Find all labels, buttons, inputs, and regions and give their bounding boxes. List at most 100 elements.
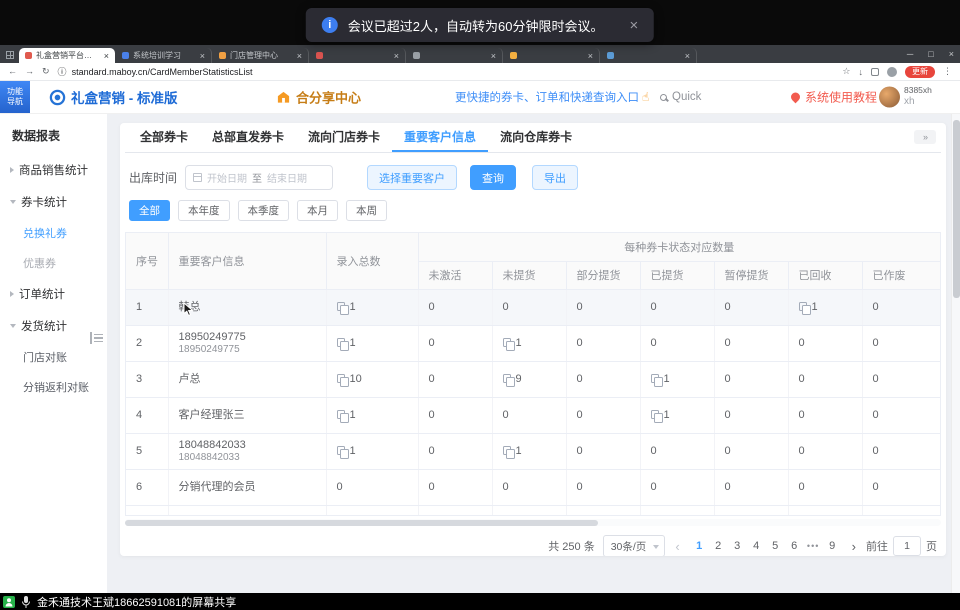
table-row[interactable]: 1韩总10000010 [126, 289, 940, 325]
browser-update-button[interactable]: 更新 [905, 66, 935, 78]
sidebar-item[interactable]: 门店对账 [0, 342, 107, 372]
location-pin-icon [789, 91, 802, 104]
prev-page-icon[interactable]: ‹ [673, 539, 681, 554]
goto-page-input[interactable] [893, 536, 921, 556]
url-field[interactable]: ⓘ standard.maboy.cn/CardMemberStatistics… [58, 65, 835, 78]
minimize-icon[interactable]: ─ [907, 49, 913, 59]
quick-filter-button[interactable]: 本季度 [238, 200, 290, 221]
cell-status: 0 [714, 289, 788, 325]
content-tabs: 全部券卡总部直发券卡流向门店券卡重要客户信息流向仓库券卡 [125, 123, 941, 153]
select-customer-button[interactable]: 选择重要客户 [367, 165, 457, 190]
tab-close-icon[interactable]: × [200, 51, 205, 61]
tab-favicon-icon [219, 52, 226, 59]
tutorial-link[interactable]: 系统使用教程 [791, 89, 877, 106]
sidebar-item[interactable]: 分销返利对账 [0, 372, 107, 402]
cell-customer: 韩总 [168, 289, 326, 325]
horizontal-scrollbar[interactable] [125, 519, 941, 526]
browser-tab[interactable]: × [407, 48, 503, 63]
horizontal-scroll-thumb[interactable] [125, 520, 598, 526]
table-row[interactable]: 2189502497751895024977510100000 [126, 325, 940, 361]
quick-entry-promo[interactable]: 更快捷的券卡、订单和快递查询入口 [455, 89, 639, 105]
download-icon[interactable]: ↓ [859, 67, 864, 77]
bookmark-star-icon[interactable]: ☆ [842, 66, 850, 77]
sidebar: 数据报表 商品销售统计券卡统计兑换礼券优惠券订单统计发货统计门店对账分销返利对账 [0, 114, 107, 593]
card-count-icon [337, 302, 345, 311]
search-button[interactable]: 查询 [470, 165, 516, 190]
tab-item[interactable]: 全部券卡 [128, 123, 200, 152]
next-page-icon[interactable]: › [850, 539, 858, 554]
cell-status: 0 [714, 433, 788, 469]
tab-close-icon[interactable]: × [394, 51, 399, 61]
quick-filter-button[interactable]: 本年度 [178, 200, 230, 221]
page-button[interactable]: 4 [747, 540, 766, 552]
browser-tab[interactable]: × [310, 48, 406, 63]
tab-close-icon[interactable]: × [297, 51, 302, 61]
vertical-scroll-thumb[interactable] [953, 120, 960, 298]
filter-row: 出库时间 开始日期 至 结束日期 选择重要客户 查询 导出 [125, 165, 941, 190]
cell-status: 1 [640, 361, 714, 397]
function-nav-toggle[interactable]: 功能 导航 [0, 81, 30, 113]
browser-profile-avatar[interactable] [887, 67, 897, 77]
page-button[interactable]: 3 [728, 540, 747, 552]
maximize-icon[interactable]: □ [928, 49, 933, 59]
vertical-scrollbar[interactable] [951, 114, 960, 593]
quick-search[interactable]: Quick [660, 91, 701, 103]
cell-status: 18 [492, 505, 566, 516]
panel-collapse-button[interactable]: » [914, 130, 936, 144]
cell-status: 0 [862, 433, 940, 469]
export-button[interactable]: 导出 [532, 165, 578, 190]
cell-status: 0 [862, 505, 940, 516]
page-size-select[interactable]: 30条/页 [603, 535, 666, 556]
browser-tab[interactable]: 礼盒营销平台管理中心× [19, 48, 115, 63]
tab-item[interactable]: 重要客户信息 [392, 123, 488, 152]
caret-icon [10, 324, 16, 328]
close-icon[interactable]: × [949, 49, 954, 59]
sidebar-item[interactable]: 兑换礼券 [0, 218, 107, 248]
tab-close-icon[interactable]: × [685, 51, 690, 61]
date-range-picker[interactable]: 开始日期 至 结束日期 [185, 165, 333, 190]
user-avatar[interactable] [879, 87, 900, 108]
forward-icon[interactable]: → [25, 66, 34, 77]
browser-tab[interactable]: × [504, 48, 600, 63]
table-row[interactable]: 5180488420331804884203310100000 [126, 433, 940, 469]
table-row[interactable]: 6分销代理的会员00000000 [126, 469, 940, 505]
quick-filter-button[interactable]: 本周 [346, 200, 387, 221]
browser-tab[interactable]: 门店管理中心× [213, 48, 309, 63]
main-content: 全部券卡总部直发券卡流向门店券卡重要客户信息流向仓库券卡 » 出库时间 开始日期… [107, 114, 960, 593]
back-icon[interactable]: ← [8, 66, 17, 77]
browser-tab[interactable]: 系统培训学习× [116, 48, 212, 63]
nav-toggle-line1: 功能 [7, 87, 23, 97]
tab-item[interactable]: 总部直发券卡 [200, 123, 296, 152]
page-button[interactable]: 2 [709, 540, 728, 552]
tab-item[interactable]: 流向仓库券卡 [488, 123, 584, 152]
share-center-link[interactable]: 合分享中心 [276, 88, 361, 107]
table-row[interactable]: 4客户经理张三10001000 [126, 397, 940, 433]
sidebar-collapse-handle[interactable] [90, 330, 103, 346]
sidebar-item[interactable]: 商品销售统计 [0, 154, 107, 186]
sidebar-item[interactable]: 券卡统计 [0, 186, 107, 218]
page-button[interactable]: 5 [766, 540, 785, 552]
page-button[interactable]: 6 [785, 540, 804, 552]
quick-filter-button[interactable]: 全部 [129, 200, 170, 221]
customer-table: 序号 重要客户信息 录入总数 每种券卡状态对应数量 未激活 未提货 部分提货 已 [126, 233, 940, 516]
site-info-icon[interactable]: ⓘ [58, 65, 67, 78]
table-row[interactable]: 3卢总100901000 [126, 361, 940, 397]
mic-icon [21, 595, 31, 609]
tab-close-icon[interactable]: × [491, 51, 496, 61]
refresh-icon[interactable]: ↻ [42, 66, 50, 77]
quick-filter-button[interactable]: 本月 [297, 200, 338, 221]
page-button[interactable]: 9 [823, 540, 842, 552]
sidebar-item[interactable]: 优惠券 [0, 248, 107, 278]
toast-close-icon[interactable]: × [629, 17, 638, 34]
tab-close-icon[interactable]: × [588, 51, 593, 61]
sidebar-item[interactable]: 订单统计 [0, 278, 107, 310]
browser-tab[interactable]: × [601, 48, 697, 63]
page-button[interactable]: 1 [690, 540, 709, 552]
extensions-icon[interactable] [871, 68, 879, 76]
date-separator: 至 [252, 170, 262, 185]
table-row[interactable]: 7唐总2001801000 [126, 505, 940, 516]
tab-grid-icon[interactable] [6, 51, 14, 59]
browser-menu-icon[interactable]: ⋮ [943, 66, 952, 77]
tab-close-icon[interactable]: × [104, 51, 109, 61]
tab-item[interactable]: 流向门店券卡 [296, 123, 392, 152]
